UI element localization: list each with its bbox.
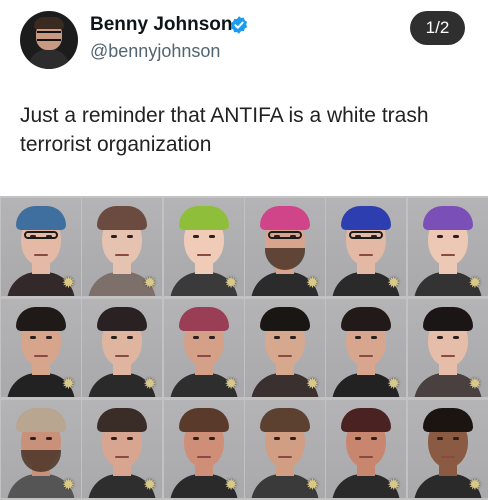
mugshot-photo: ✹ xyxy=(326,400,407,499)
sheriff-star-icon: ✹ xyxy=(143,375,157,393)
mugshot-photo: ✹ xyxy=(407,298,488,397)
verified-check-icon xyxy=(230,16,248,34)
mugshot-photo: ✹ xyxy=(163,298,244,397)
sheriff-star-icon: ✹ xyxy=(305,375,320,393)
sheriff-star-icon: ✹ xyxy=(143,274,157,292)
sheriff-star-icon: ✹ xyxy=(143,477,157,495)
mugshot-photo: ✹ xyxy=(407,197,488,296)
mugshot-photo: ✹ xyxy=(244,197,325,296)
sheriff-star-icon: ✹ xyxy=(61,477,76,495)
sheriff-star-icon: ✹ xyxy=(386,477,401,495)
mugshot-photo: ✹ xyxy=(163,197,244,296)
sheriff-star-icon: ✹ xyxy=(224,477,238,495)
sheriff-star-icon: ✹ xyxy=(305,274,320,292)
display-name[interactable]: Benny Johnson xyxy=(90,14,233,36)
tweet-text: Just a reminder that ANTIFA is a white t… xyxy=(20,104,429,156)
sheriff-star-icon: ✹ xyxy=(386,274,401,292)
sheriff-star-icon: ✹ xyxy=(468,477,482,495)
sheriff-star-icon: ✹ xyxy=(61,274,76,292)
mugshot-photo: ✹ xyxy=(82,400,163,499)
mugshot-photo: ✹ xyxy=(407,400,488,499)
avatar[interactable] xyxy=(20,11,78,69)
tweet-card: Benny Johnson @bennyjohnson 1/2 Just a r… xyxy=(0,0,488,500)
mugshot-photo: ✹ xyxy=(244,400,325,499)
mugshot-photo: ✹ xyxy=(163,400,244,499)
user-handle[interactable]: @bennyjohnson xyxy=(90,41,220,62)
mugshot-photo: ✹ xyxy=(82,197,163,296)
media-page-indicator: 1/2 xyxy=(410,11,465,45)
sheriff-star-icon: ✹ xyxy=(224,375,238,393)
attached-photo[interactable]: ✹ ✹ ✹ ✹ ✹ ✹ ✹ ✹ ✹ ✹ ✹ ✹ ✹ ✹ ✹ ✹ ✹ ✹ xyxy=(0,196,488,500)
sheriff-star-icon: ✹ xyxy=(468,274,482,292)
sheriff-star-icon: ✹ xyxy=(386,375,401,393)
sheriff-star-icon: ✹ xyxy=(224,274,238,292)
mugshot-photo: ✹ xyxy=(1,197,81,296)
mugshot-photo: ✹ xyxy=(326,197,407,296)
sheriff-star-icon: ✹ xyxy=(305,477,320,495)
mugshot-photo: ✹ xyxy=(1,298,81,397)
mugshot-photo: ✹ xyxy=(326,298,407,397)
sheriff-star-icon: ✹ xyxy=(468,375,482,393)
mugshot-photo: ✹ xyxy=(82,298,163,397)
mugshot-photo: ✹ xyxy=(244,298,325,397)
sheriff-star-icon: ✹ xyxy=(61,375,76,393)
mugshot-photo: ✹ xyxy=(1,400,81,499)
